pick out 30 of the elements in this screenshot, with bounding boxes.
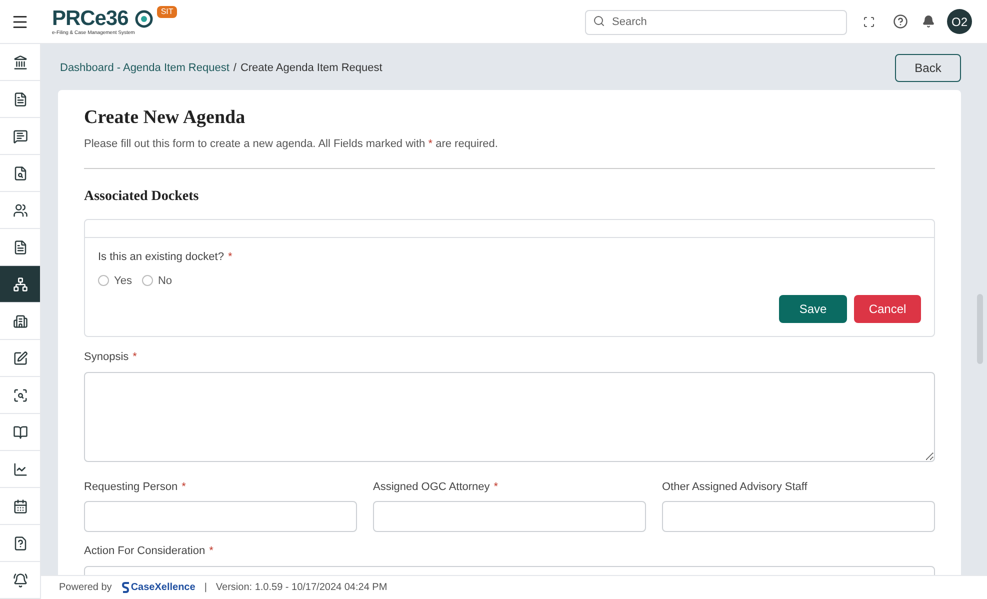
form-title: Create New Agenda [84,106,246,130]
form-instructions: Please fill out this form to create a new agenda. All Fields marked with * are required. [84,136,499,152]
cancel-button[interactable]: Cancel [854,295,921,323]
environment-badge: SIT [156,6,178,18]
required-mark: * [228,250,232,265]
logo-text: PRCe36 [52,8,130,30]
field-label: Assigned OGC Attorney [373,480,490,494]
field-label: Requesting Person [84,480,178,494]
brand-logo: CaseXellence [122,580,196,595]
required-mark: * [182,480,186,494]
field-label: Other Assigned Advisory Staff [662,480,808,494]
required-mark: * [209,544,214,559]
powered-by-text: Powered by [59,581,112,595]
radio-option[interactable]: Yes [98,272,132,289]
breadcrumb-link[interactable]: Dashboard - Agenda Item Request [60,60,230,76]
field-label: Action For Consideration [84,544,206,559]
field-label: Synopsis [84,350,129,365]
breadcrumb-current: Create Agenda Item Request [240,60,382,76]
section-title: Associated Dockets [84,188,200,206]
back-button[interactable]: Back [895,54,961,82]
required-mark: * [132,350,137,365]
required-mark: * [494,480,498,494]
field-label: Is this an existing docket? [98,250,224,265]
breadcrumb-separator: / [233,60,236,76]
search-field[interactable]: Search [585,10,847,34]
footer-separator: | [204,581,207,595]
save-button[interactable]: Save [779,295,847,323]
user-avatar[interactable]: O2 [947,9,972,34]
radio-option[interactable]: No [142,272,172,289]
version-text: Version: 1.0.59 - 10/17/2024 04:24 PM [216,581,388,595]
